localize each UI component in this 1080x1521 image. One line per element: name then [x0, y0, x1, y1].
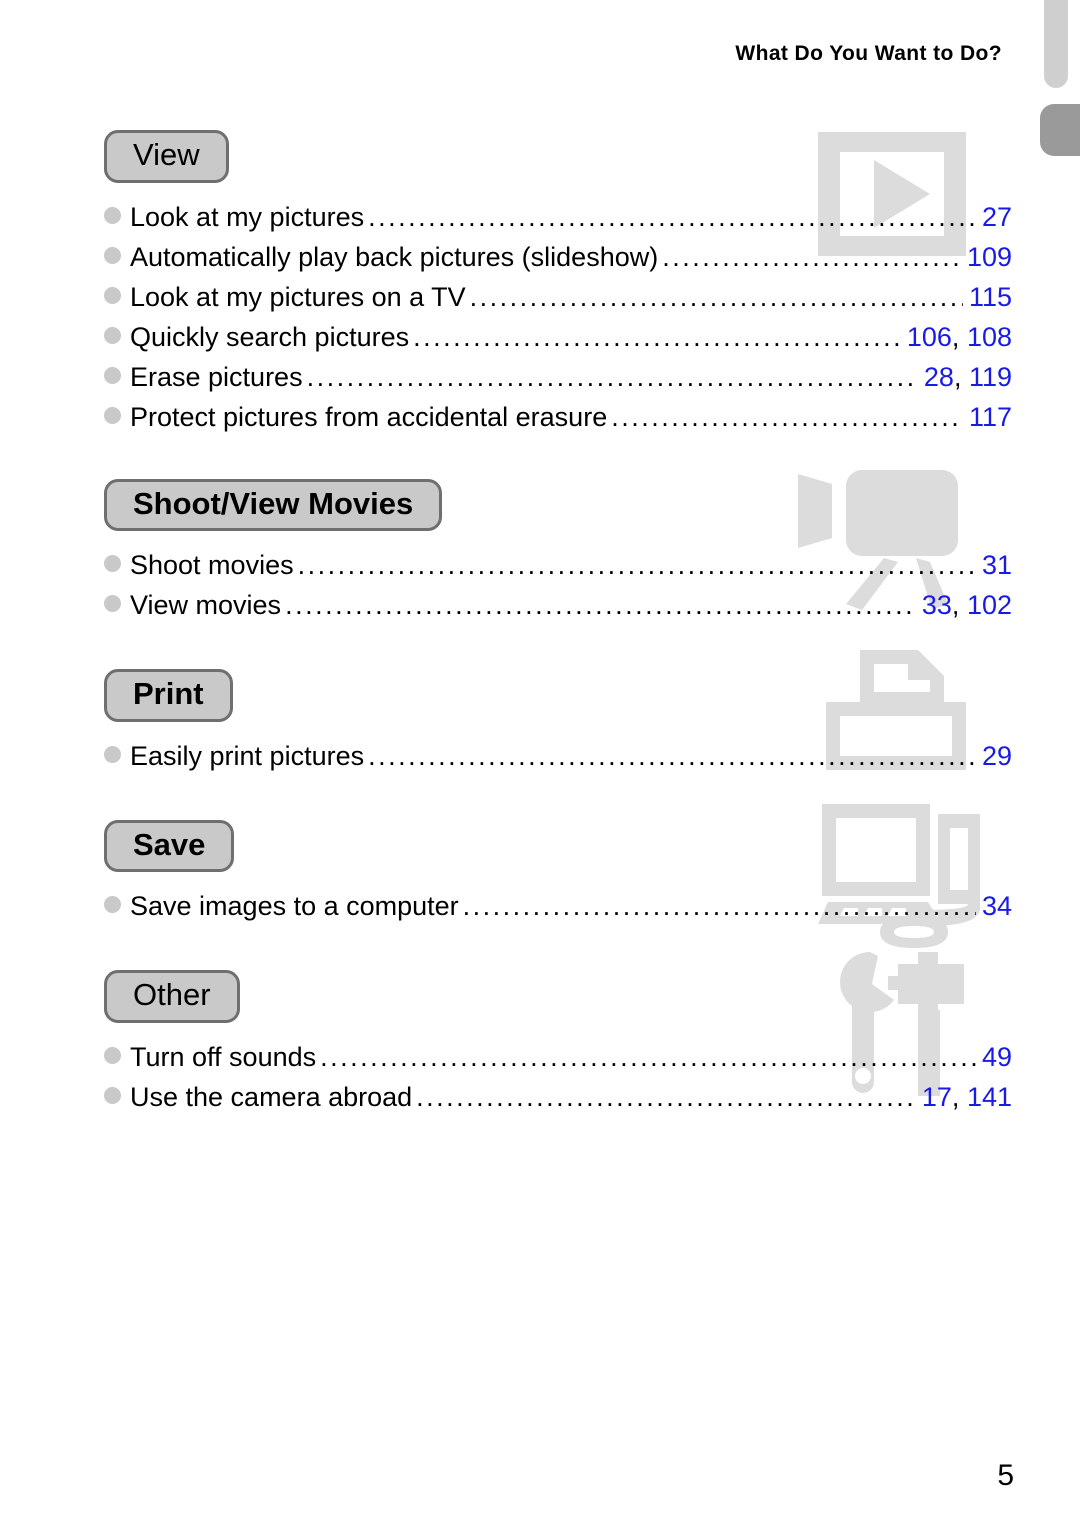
toc-entry-label: View movies — [130, 590, 282, 621]
toc-entry-label: Shoot movies — [130, 550, 294, 581]
leader-dots: ........................................… — [469, 281, 963, 312]
toc-section-other: Other Turn off sounds....................… — [104, 970, 1012, 1117]
toc-entry-label: Erase pictures — [130, 361, 303, 392]
bullet-icon — [104, 406, 121, 424]
leader-dots: ........................................… — [662, 241, 961, 272]
toc-section-view: View Look at my pictures.................… — [104, 130, 1012, 437]
leader-dots: ........................................… — [416, 1081, 916, 1112]
bullet-icon — [104, 246, 121, 264]
toc-entry-page-number[interactable]: 106, 108 — [903, 317, 1012, 357]
running-header-title: What Do You Want to Do? — [735, 42, 1002, 65]
toc-entry-page-number[interactable]: 17, 141 — [918, 1077, 1012, 1117]
toc-entry-page-number[interactable]: 117 — [965, 397, 1012, 437]
leader-dots: ........................................… — [368, 201, 976, 232]
toc-entry[interactable]: Look at my pictures on a TV.............… — [104, 277, 1012, 317]
page-number: 5 — [997, 1459, 1014, 1492]
bullet-icon — [104, 326, 121, 344]
section-badge-other: Other — [104, 970, 240, 1023]
section-badge-wrap: Save — [104, 819, 1012, 873]
index-tab-strip — [1040, 0, 1080, 200]
toc-entry-list: Shoot movies............................… — [104, 545, 1012, 625]
bullet-icon — [104, 1046, 121, 1064]
leader-dots: ........................................… — [306, 361, 918, 392]
toc-entry[interactable]: Erase pictures..........................… — [104, 357, 1012, 397]
toc-entry-page-number[interactable]: 27 — [978, 197, 1012, 237]
section-badge-movies: Shoot/View Movies — [104, 478, 443, 532]
section-badge-wrap: View — [104, 130, 1012, 183]
toc-entry-page-number[interactable]: 109 — [963, 237, 1012, 277]
toc-entry-label: Look at my pictures — [130, 201, 365, 232]
leader-dots: ........................................… — [285, 590, 916, 621]
toc-entry-label: Use the camera abroad — [130, 1081, 413, 1112]
toc-entry-label: Save images to a computer — [130, 891, 459, 922]
toc-entry-label: Automatically play back pictures (slides… — [130, 241, 659, 272]
toc-section-movies: Shoot/View Movies Shoot movies...........… — [104, 478, 1012, 626]
leader-dots: ........................................… — [320, 1041, 976, 1072]
toc-entry[interactable]: View movies.............................… — [104, 585, 1012, 625]
leader-dots: ........................................… — [611, 401, 963, 432]
bullet-icon — [104, 555, 121, 573]
toc-entry-list: Turn off sounds.........................… — [104, 1037, 1012, 1117]
toc-entry-list: Easily print pictures...................… — [104, 736, 1012, 776]
section-badge-print: Print — [104, 669, 233, 722]
leader-dots: ........................................… — [462, 891, 976, 922]
toc-entry-page-number[interactable]: 115 — [965, 277, 1012, 317]
section-badge-view: View — [104, 130, 229, 183]
toc-entry[interactable]: Quickly search pictures.................… — [104, 317, 1012, 357]
bullet-icon — [104, 595, 121, 613]
bullet-icon — [104, 366, 121, 384]
index-tab-dark — [1040, 104, 1080, 156]
section-badge-wrap: Print — [104, 669, 1012, 722]
toc-body: View Look at my pictures.................… — [104, 130, 1012, 1117]
toc-entry-label: Turn off sounds — [130, 1041, 317, 1072]
bullet-icon — [104, 896, 121, 914]
toc-entry[interactable]: Easily print pictures...................… — [104, 736, 1012, 776]
toc-entry[interactable]: Save images to a computer...............… — [104, 886, 1012, 926]
toc-entry[interactable]: Turn off sounds.........................… — [104, 1037, 1012, 1077]
toc-entry-label: Quickly search pictures — [130, 321, 410, 352]
toc-entry-page-number[interactable]: 34 — [978, 886, 1012, 926]
toc-section-save: Save Save images to a computer...........… — [104, 819, 1012, 927]
toc-entry-label: Easily print pictures — [130, 740, 365, 771]
toc-entry[interactable]: Shoot movies............................… — [104, 545, 1012, 585]
toc-entry-list: Save images to a computer...............… — [104, 886, 1012, 926]
toc-entry[interactable]: Use the camera abroad...................… — [104, 1077, 1012, 1117]
toc-entry[interactable]: Automatically play back pictures (slides… — [104, 237, 1012, 277]
section-badge-wrap: Shoot/View Movies — [104, 478, 1012, 532]
bullet-icon — [104, 1086, 121, 1104]
leader-dots: ........................................… — [297, 550, 976, 581]
toc-entry-label: Protect pictures from accidental erasure — [130, 401, 608, 432]
toc-entry-page-number[interactable]: 29 — [978, 736, 1012, 776]
toc-entry[interactable]: Protect pictures from accidental erasure… — [104, 397, 1012, 437]
leader-dots: ........................................… — [413, 321, 901, 352]
toc-entry-page-number[interactable]: 31 — [978, 545, 1012, 585]
index-tab-light — [1044, 0, 1068, 88]
toc-entry-label: Look at my pictures on a TV — [130, 281, 466, 312]
bullet-icon — [104, 206, 121, 224]
toc-entry-page-number[interactable]: 28, 119 — [920, 357, 1012, 397]
toc-entry-list: Look at my pictures.....................… — [104, 197, 1012, 437]
toc-section-print: Print Easily print pictures..............… — [104, 669, 1012, 776]
leader-dots: ........................................… — [368, 740, 976, 771]
bullet-icon — [104, 286, 121, 304]
section-badge-wrap: Other — [104, 970, 1012, 1023]
bullet-icon — [104, 745, 121, 763]
toc-entry[interactable]: Look at my pictures.....................… — [104, 197, 1012, 237]
section-badge-save: Save — [104, 819, 235, 873]
toc-entry-page-number[interactable]: 49 — [978, 1037, 1012, 1077]
toc-entry-page-number[interactable]: 33, 102 — [918, 585, 1012, 625]
